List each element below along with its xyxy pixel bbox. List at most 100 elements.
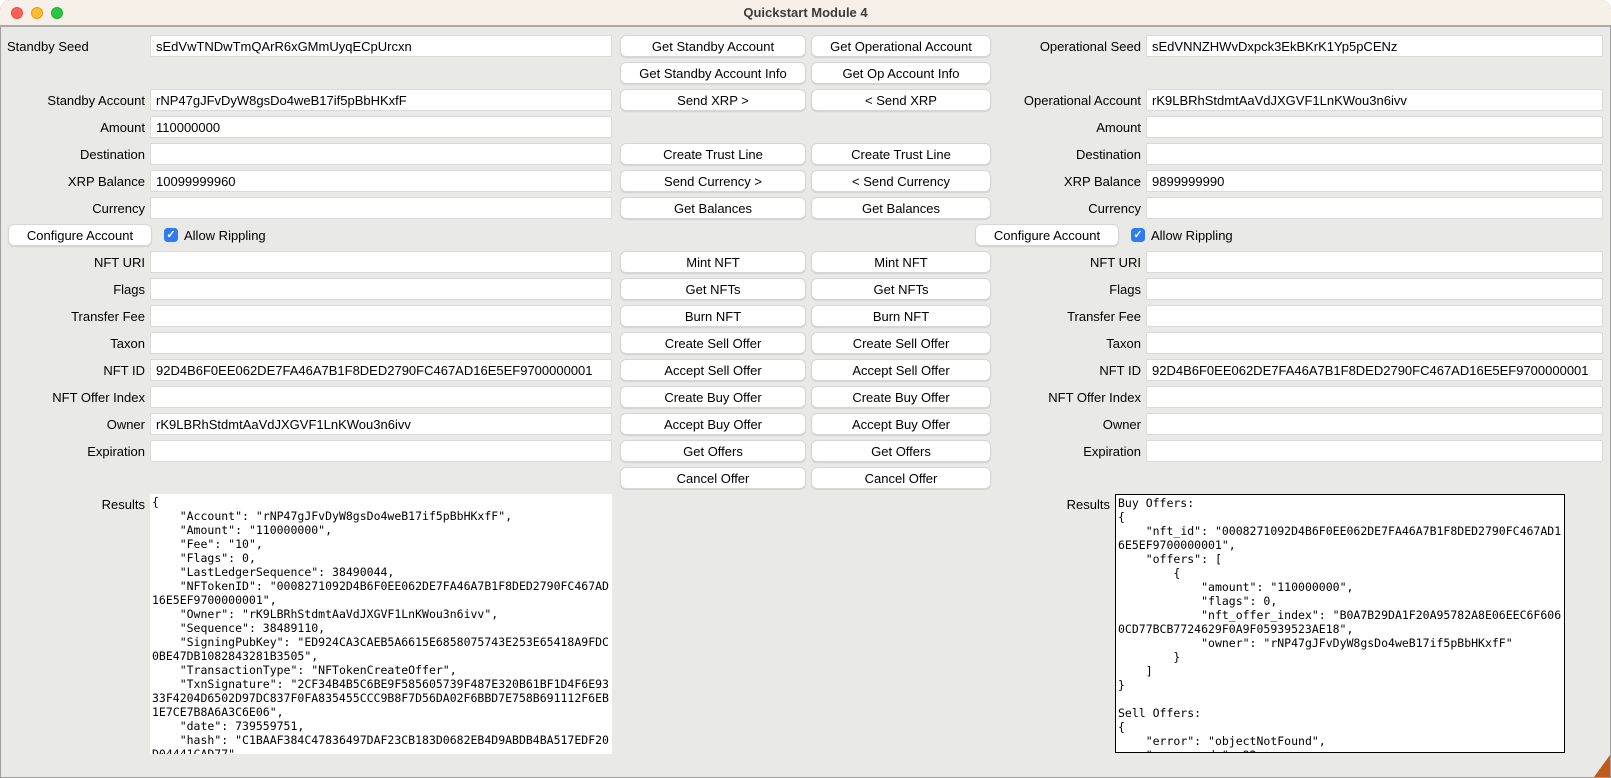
operational-mint-nft-button[interactable]: Mint NFT bbox=[811, 251, 991, 273]
row-destination: Destination Create Trust Line Create Tru… bbox=[0, 143, 1611, 165]
standby-create-trust-line-button[interactable]: Create Trust Line bbox=[620, 143, 806, 165]
standby-taxon-input[interactable] bbox=[150, 332, 612, 354]
resize-cursor-artifact bbox=[1594, 755, 1610, 777]
row-cancel-offer: Cancel Offer Cancel Offer bbox=[0, 467, 1611, 489]
standby-nft-id-input[interactable] bbox=[150, 359, 612, 381]
operational-burn-nft-button[interactable]: Burn NFT bbox=[811, 305, 991, 327]
standby-xrp-balance-label: XRP Balance bbox=[0, 174, 150, 189]
standby-cancel-offer-button[interactable]: Cancel Offer bbox=[620, 467, 806, 489]
operational-owner-input[interactable] bbox=[1146, 413, 1603, 435]
operational-currency-label: Currency bbox=[991, 201, 1146, 216]
standby-currency-input[interactable] bbox=[150, 197, 612, 219]
row-transfer-fee: Transfer Fee Burn NFT Burn NFT Transfer … bbox=[0, 305, 1611, 327]
operational-allow-rippling-label: Allow Rippling bbox=[1151, 228, 1233, 243]
standby-accept-buy-offer-button[interactable]: Accept Buy Offer bbox=[620, 413, 806, 435]
standby-account-input[interactable] bbox=[150, 89, 612, 111]
standby-owner-input[interactable] bbox=[150, 413, 612, 435]
get-standby-account-button[interactable]: Get Standby Account bbox=[620, 35, 806, 57]
standby-get-balances-button[interactable]: Get Balances bbox=[620, 197, 806, 219]
row-nft-id: NFT ID Accept Sell Offer Accept Sell Off… bbox=[0, 359, 1611, 381]
get-op-account-info-button[interactable]: Get Op Account Info bbox=[811, 62, 991, 84]
operational-transfer-fee-input[interactable] bbox=[1146, 305, 1603, 327]
standby-seed-label: Standby Seed bbox=[0, 39, 150, 54]
operational-get-balances-button[interactable]: Get Balances bbox=[811, 197, 991, 219]
operational-account-input[interactable] bbox=[1146, 89, 1603, 111]
operational-get-nfts-button[interactable]: Get NFTs bbox=[811, 278, 991, 300]
operational-seed-label: Operational Seed bbox=[991, 39, 1146, 54]
standby-taxon-label: Taxon bbox=[0, 336, 150, 351]
row-results: Results { "Account": "rNP47gJFvDyW8gsDo4… bbox=[0, 494, 1611, 754]
operational-cancel-offer-button[interactable]: Cancel Offer bbox=[811, 467, 991, 489]
standby-destination-input[interactable] bbox=[150, 143, 612, 165]
row-seed: Standby Seed Get Standby Account Get Ope… bbox=[0, 35, 1611, 57]
operational-flags-label: Flags bbox=[991, 282, 1146, 297]
row-xrp-balance: XRP Balance Send Currency > < Send Curre… bbox=[0, 170, 1611, 192]
standby-allow-rippling-checkbox[interactable]: ✓ bbox=[164, 228, 178, 242]
operational-configure-account-button[interactable]: Configure Account bbox=[975, 224, 1119, 246]
standby-create-sell-offer-button[interactable]: Create Sell Offer bbox=[620, 332, 806, 354]
standby-accept-sell-offer-button[interactable]: Accept Sell Offer bbox=[620, 359, 806, 381]
standby-xrp-balance-input[interactable] bbox=[150, 170, 612, 192]
standby-nft-offer-index-label: NFT Offer Index bbox=[0, 390, 150, 405]
standby-results-label: Results bbox=[0, 494, 150, 512]
standby-send-currency-button[interactable]: Send Currency > bbox=[620, 170, 806, 192]
operational-send-currency-button[interactable]: < Send Currency bbox=[811, 170, 991, 192]
minimize-button[interactable] bbox=[31, 7, 43, 19]
operational-expiration-label: Expiration bbox=[991, 444, 1146, 459]
standby-expiration-input[interactable] bbox=[150, 440, 612, 462]
operational-nft-offer-index-input[interactable] bbox=[1146, 386, 1603, 408]
standby-transfer-fee-label: Transfer Fee bbox=[0, 309, 150, 324]
standby-seed-input[interactable] bbox=[150, 35, 612, 57]
standby-create-buy-offer-button[interactable]: Create Buy Offer bbox=[620, 386, 806, 408]
operational-destination-input[interactable] bbox=[1146, 143, 1603, 165]
operational-flags-input[interactable] bbox=[1146, 278, 1603, 300]
standby-mint-nft-button[interactable]: Mint NFT bbox=[620, 251, 806, 273]
operational-send-xrp-button[interactable]: < Send XRP bbox=[811, 89, 991, 111]
operational-allow-rippling-checkbox[interactable]: ✓ bbox=[1131, 228, 1145, 242]
operational-results-textarea[interactable]: Buy Offers: { "nft_id": "0008271092D4B6F… bbox=[1115, 494, 1565, 753]
operational-currency-input[interactable] bbox=[1146, 197, 1603, 219]
operational-create-trust-line-button[interactable]: Create Trust Line bbox=[811, 143, 991, 165]
standby-nft-uri-input[interactable] bbox=[150, 251, 612, 273]
operational-accept-buy-offer-button[interactable]: Accept Buy Offer bbox=[811, 413, 991, 435]
standby-transfer-fee-input[interactable] bbox=[150, 305, 612, 327]
standby-send-xrp-button[interactable]: Send XRP > bbox=[620, 89, 806, 111]
operational-nft-uri-input[interactable] bbox=[1146, 251, 1603, 273]
standby-get-nfts-button[interactable]: Get NFTs bbox=[620, 278, 806, 300]
operational-create-sell-offer-button[interactable]: Create Sell Offer bbox=[811, 332, 991, 354]
standby-results-textarea[interactable]: { "Account": "rNP47gJFvDyW8gsDo4weB17if5… bbox=[150, 494, 612, 754]
operational-get-offers-button[interactable]: Get Offers bbox=[811, 440, 991, 462]
operational-nft-id-input[interactable] bbox=[1146, 359, 1603, 381]
close-button[interactable] bbox=[11, 7, 23, 19]
standby-nft-offer-index-input[interactable] bbox=[150, 386, 612, 408]
operational-expiration-input[interactable] bbox=[1146, 440, 1603, 462]
get-standby-account-info-button[interactable]: Get Standby Account Info bbox=[620, 62, 806, 84]
operational-create-buy-offer-button[interactable]: Create Buy Offer bbox=[811, 386, 991, 408]
standby-burn-nft-button[interactable]: Burn NFT bbox=[620, 305, 806, 327]
operational-taxon-input[interactable] bbox=[1146, 332, 1603, 354]
operational-nft-uri-label: NFT URI bbox=[991, 255, 1146, 270]
row-account: Standby Account Send XRP > < Send XRP Op… bbox=[0, 89, 1611, 111]
operational-nft-offer-index-label: NFT Offer Index bbox=[991, 390, 1146, 405]
standby-flags-label: Flags bbox=[0, 282, 150, 297]
zoom-button[interactable] bbox=[51, 7, 63, 19]
get-operational-account-button[interactable]: Get Operational Account bbox=[811, 35, 991, 57]
operational-accept-sell-offer-button[interactable]: Accept Sell Offer bbox=[811, 359, 991, 381]
standby-destination-label: Destination bbox=[0, 147, 150, 162]
row-configure: Configure Account ✓ Allow Rippling Confi… bbox=[0, 224, 1611, 246]
form-area: Standby Seed Get Standby Account Get Ope… bbox=[0, 27, 1611, 754]
operational-destination-label: Destination bbox=[991, 147, 1146, 162]
app-window: Quickstart Module 4 Standby Seed Get Sta… bbox=[0, 0, 1611, 778]
standby-amount-input[interactable] bbox=[150, 116, 612, 138]
standby-owner-label: Owner bbox=[0, 417, 150, 432]
operational-xrp-balance-input[interactable] bbox=[1146, 170, 1603, 192]
row-nft-uri: NFT URI Mint NFT Mint NFT NFT URI bbox=[0, 251, 1611, 273]
standby-flags-input[interactable] bbox=[150, 278, 612, 300]
title-bar: Quickstart Module 4 bbox=[0, 0, 1611, 27]
standby-configure-account-button[interactable]: Configure Account bbox=[8, 224, 152, 246]
standby-expiration-label: Expiration bbox=[0, 444, 150, 459]
operational-xrp-balance-label: XRP Balance bbox=[991, 174, 1146, 189]
standby-get-offers-button[interactable]: Get Offers bbox=[620, 440, 806, 462]
operational-amount-input[interactable] bbox=[1146, 116, 1603, 138]
operational-seed-input[interactable] bbox=[1146, 35, 1603, 57]
